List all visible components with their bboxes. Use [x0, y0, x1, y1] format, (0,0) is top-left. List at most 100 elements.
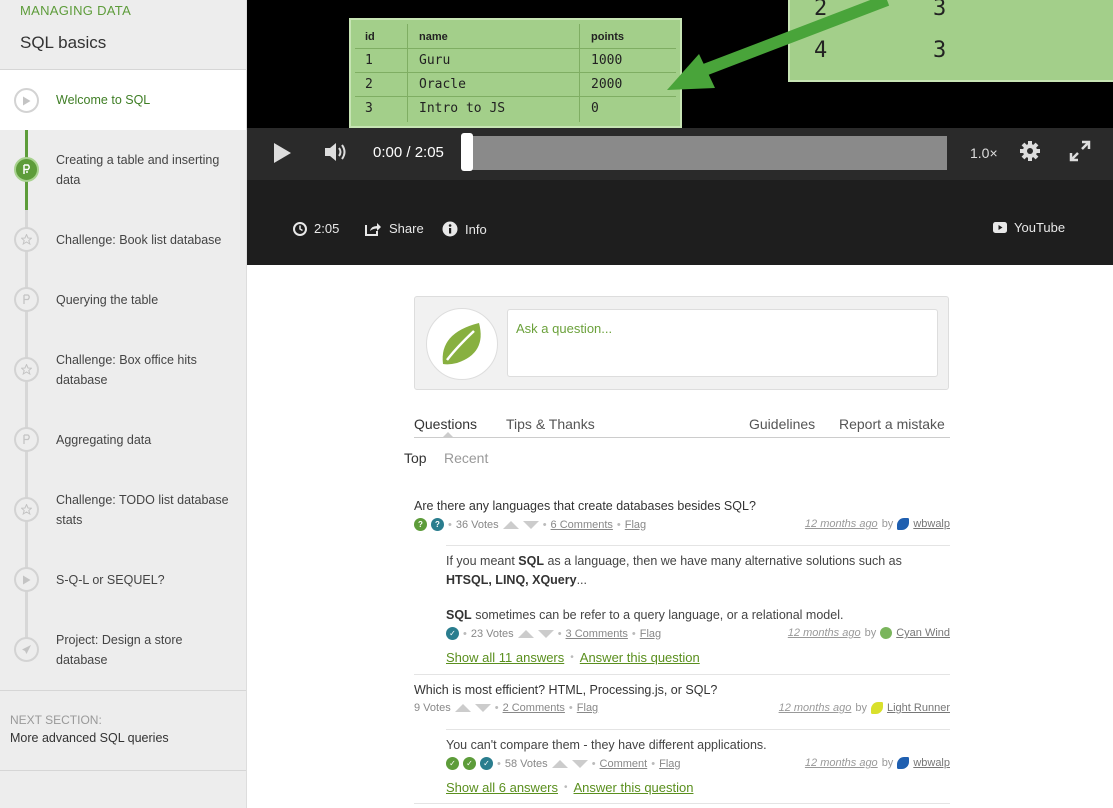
comments-link[interactable]: 3 Comments [566, 628, 628, 640]
answer-text: If you meant SQL as a language, then we … [446, 552, 950, 590]
timestamp[interactable]: 12 months ago [788, 627, 861, 639]
answer-text-part: SQL [446, 608, 472, 622]
downvote-icon[interactable] [571, 759, 588, 768]
ask-question-box [414, 296, 949, 390]
question-author: 12 months ago by wbwalp [805, 518, 950, 530]
downvote-icon[interactable] [537, 629, 554, 638]
show-all-answers-link[interactable]: Show all 6 answers [446, 780, 558, 795]
username[interactable]: wbwalp [913, 757, 950, 769]
question-author: 12 months ago by Light Runner [779, 702, 950, 714]
sidebar-item-book-list[interactable]: Challenge: Book list database [0, 210, 246, 270]
progress-handle[interactable] [461, 133, 473, 171]
timestamp[interactable]: 12 months ago [805, 757, 878, 769]
upvote-icon[interactable] [454, 704, 471, 712]
sidebar-item-creating-table[interactable]: Creating a table and inserting data [0, 130, 246, 190]
by-label: by [855, 702, 867, 714]
answer-meta: ✓ ✓ ✓ • 58 Votes • Comment • Flag [446, 757, 681, 770]
sidebar-item-box-office[interactable]: Challenge: Box office hits database [0, 330, 246, 390]
comment-link[interactable]: Comment [600, 758, 648, 770]
fullscreen-icon[interactable] [1069, 140, 1091, 167]
separator [414, 803, 950, 804]
timestamp[interactable]: 12 months ago [779, 702, 852, 714]
flag-link[interactable]: Flag [659, 758, 680, 770]
sidebar-item-todo-list[interactable]: Challenge: TODO list database stats [0, 470, 246, 530]
sort-top[interactable]: Top [404, 450, 427, 466]
badge-icon: ✓ [446, 757, 459, 770]
play-button[interactable] [271, 141, 293, 170]
sidebar-item-aggregating[interactable]: Aggregating data [0, 410, 246, 470]
separator-dot: • [564, 782, 568, 793]
answer-text-part: ... [576, 573, 587, 587]
separator-dot: • [651, 757, 656, 770]
username[interactable]: wbwalp [913, 518, 950, 530]
timestamp[interactable]: 12 months ago [805, 518, 878, 530]
comments-link[interactable]: 6 Comments [551, 519, 613, 531]
sidebar-item-label: Welcome to SQL [56, 93, 151, 107]
ask-question-input[interactable] [507, 309, 938, 377]
by-label: by [881, 518, 894, 530]
flag-link[interactable]: Flag [577, 702, 598, 714]
info-icon [442, 221, 458, 237]
flag-link[interactable]: Flag [625, 519, 646, 531]
info-button[interactable]: Info [442, 221, 487, 237]
clock-icon [293, 221, 307, 236]
downvote-icon[interactable] [474, 704, 491, 712]
youtube-link[interactable]: YouTube [993, 220, 1065, 235]
duration-label: 2:05 [314, 221, 340, 236]
report-mistake-link[interactable]: Report a mistake [839, 416, 945, 432]
downvote-icon[interactable] [522, 520, 539, 529]
username[interactable]: Light Runner [887, 702, 950, 714]
speed-button[interactable]: 1.0× [970, 145, 998, 161]
guidelines-link[interactable]: Guidelines [749, 416, 815, 432]
answer-question-link[interactable]: Answer this question [574, 780, 694, 795]
volume-button[interactable] [323, 141, 349, 168]
play-icon [14, 567, 39, 592]
badge-icon: ✓ [463, 757, 476, 770]
upvote-icon[interactable] [502, 520, 519, 529]
next-section-label: NEXT SECTION: [10, 713, 102, 727]
upvote-icon[interactable] [517, 629, 534, 638]
separator-dot: • [494, 702, 499, 714]
sidebar-item-label: Aggregating data [56, 433, 152, 447]
gear-icon[interactable] [1019, 140, 1041, 167]
question-title[interactable]: Which is most efficient? HTML, Processin… [414, 683, 717, 697]
separator-dot: • [463, 627, 467, 640]
sidebar-title[interactable]: SQL basics [20, 33, 106, 53]
question-title[interactable]: Are there any languages that create data… [414, 499, 756, 513]
separator-dot: • [568, 702, 573, 714]
sidebar-eyebrow[interactable]: MANAGING DATA [20, 3, 131, 18]
answer-author: 12 months ago by Cyan Wind [788, 627, 950, 639]
vote-count: 23 Votes [470, 627, 514, 640]
comments-link[interactable]: 2 Comments [503, 702, 565, 714]
flag-link[interactable]: Flag [640, 628, 661, 640]
sidebar: MANAGING DATA SQL basics Welcome to SQL … [0, 0, 247, 808]
show-all-answers-link[interactable]: Show all 11 answers [446, 650, 564, 665]
tab-tips-thanks[interactable]: Tips & Thanks [506, 416, 595, 432]
progress-bar[interactable] [462, 136, 947, 170]
sidebar-item-label: Project: Design a store database [56, 633, 183, 667]
info-label: Info [465, 221, 487, 237]
separator [414, 674, 950, 675]
leaf-icon [442, 323, 481, 365]
avatar [897, 757, 910, 769]
share-button[interactable]: Share [365, 221, 424, 236]
sidebar-item-querying[interactable]: Querying the table [0, 270, 246, 330]
next-section-title[interactable]: More advanced SQL queries [10, 731, 169, 745]
separator-dot: • [570, 652, 574, 663]
tab-caret [442, 432, 454, 438]
answer-text-part: If you meant [446, 554, 515, 568]
upvote-icon[interactable] [551, 759, 568, 768]
answer-author: 12 months ago by wbwalp [805, 757, 950, 769]
sidebar-item-label: Querying the table [56, 293, 159, 307]
answer-question-link[interactable]: Answer this question [580, 650, 700, 665]
tab-questions[interactable]: Questions [414, 416, 477, 432]
question-meta: ? ? • 36 Votes • 6 Comments • Flag [414, 518, 646, 531]
avatar [426, 308, 498, 380]
sidebar-item-welcome-to-sql[interactable]: Welcome to SQL [0, 70, 246, 130]
separator-dot: • [557, 627, 562, 640]
username[interactable]: Cyan Wind [896, 627, 950, 639]
sort-recent[interactable]: Recent [444, 450, 488, 466]
sidebar-item-project-store[interactable]: Project: Design a store database [0, 610, 246, 670]
talkthrough-icon [14, 157, 39, 182]
sidebar-item-sql-or-sequel[interactable]: S-Q-L or SEQUEL? [0, 550, 246, 610]
